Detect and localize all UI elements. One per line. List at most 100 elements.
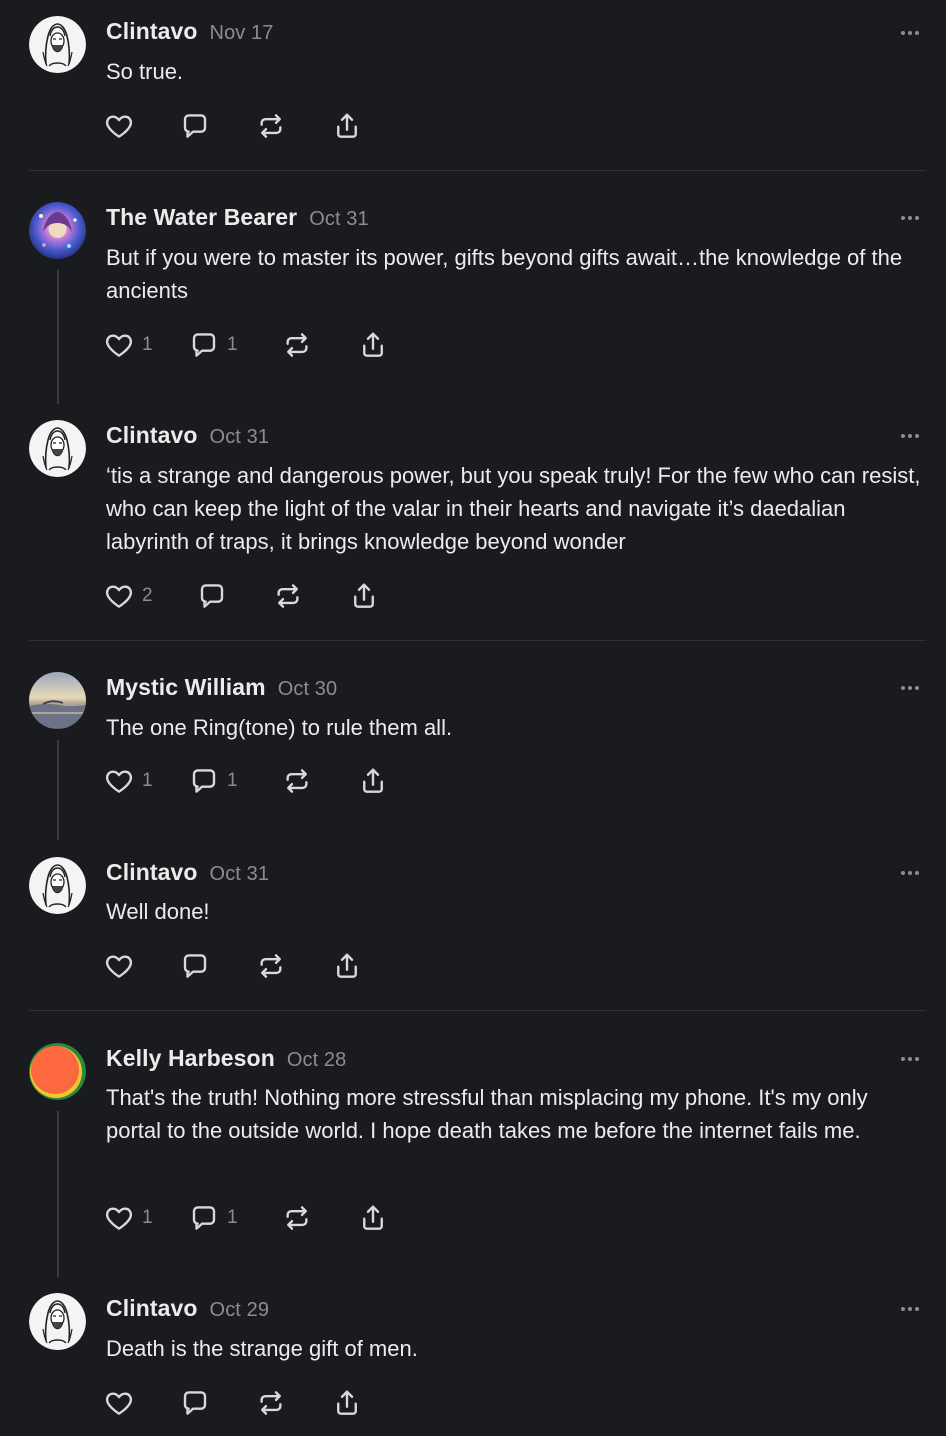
divider bbox=[29, 1010, 926, 1011]
heart-icon bbox=[104, 330, 134, 360]
thread-line bbox=[57, 270, 59, 404]
author-row: Mystic William Oct 30 bbox=[106, 674, 337, 701]
comment-icon bbox=[180, 111, 210, 141]
author-name[interactable]: Clintavo bbox=[106, 18, 198, 44]
reply-button[interactable] bbox=[180, 109, 210, 143]
repost-button[interactable] bbox=[256, 1386, 286, 1420]
reply-button[interactable]: 1 bbox=[189, 764, 238, 798]
post-text: Well done! bbox=[106, 899, 210, 924]
repost-button[interactable] bbox=[256, 109, 286, 143]
more-icon[interactable] bbox=[898, 431, 924, 441]
like-button[interactable]: 2 bbox=[104, 579, 153, 613]
avatar[interactable] bbox=[29, 202, 86, 259]
share-icon bbox=[349, 581, 379, 611]
repost-icon bbox=[256, 111, 286, 141]
more-icon[interactable] bbox=[898, 1304, 924, 1314]
like-button[interactable]: 1 bbox=[104, 328, 153, 362]
reply-count: 1 bbox=[227, 1207, 238, 1228]
reply-button[interactable] bbox=[180, 1386, 210, 1420]
heart-icon bbox=[104, 951, 134, 981]
like-count: 1 bbox=[142, 334, 153, 355]
post-date: Nov 17 bbox=[209, 22, 274, 44]
comment-icon bbox=[189, 766, 219, 796]
repost-button[interactable] bbox=[282, 764, 312, 798]
share-button[interactable] bbox=[332, 1386, 362, 1420]
repost-icon bbox=[282, 330, 312, 360]
author-name[interactable]: The Water Bearer bbox=[106, 204, 297, 230]
reply-button[interactable]: 1 bbox=[189, 328, 238, 362]
author-row: Clintavo Oct 31 bbox=[106, 422, 269, 449]
reply-button[interactable] bbox=[180, 949, 210, 983]
like-button[interactable] bbox=[104, 949, 134, 983]
share-button[interactable] bbox=[332, 109, 362, 143]
repost-icon bbox=[256, 1388, 286, 1418]
repost-button[interactable] bbox=[282, 328, 312, 362]
post-text: ‘tis a strange and dangerous power, but … bbox=[106, 463, 921, 554]
divider bbox=[29, 170, 926, 171]
reply-count: 1 bbox=[227, 334, 238, 355]
avatar[interactable] bbox=[29, 672, 86, 729]
post-text: That's the truth! Nothing more stressful… bbox=[106, 1085, 868, 1143]
author-name[interactable]: Clintavo bbox=[106, 1295, 198, 1321]
post-date: Oct 28 bbox=[286, 1049, 347, 1071]
author-row: Clintavo Oct 29 bbox=[106, 1295, 269, 1322]
avatar[interactable] bbox=[29, 16, 86, 73]
share-button[interactable] bbox=[358, 1201, 388, 1235]
like-button[interactable] bbox=[104, 1386, 134, 1420]
more-icon[interactable] bbox=[898, 868, 924, 878]
more-icon[interactable] bbox=[898, 683, 924, 693]
share-button[interactable] bbox=[332, 949, 362, 983]
author-name[interactable]: Clintavo bbox=[106, 422, 198, 448]
author-row: Kelly Harbeson Oct 28 bbox=[106, 1045, 346, 1072]
share-button[interactable] bbox=[349, 579, 379, 613]
post-text: So true. bbox=[106, 59, 184, 84]
avatar[interactable] bbox=[29, 1043, 86, 1100]
comment-icon bbox=[180, 1388, 210, 1418]
repost-button[interactable] bbox=[256, 949, 286, 983]
author-name[interactable]: Mystic William bbox=[106, 674, 266, 700]
share-button[interactable] bbox=[358, 764, 388, 798]
author-row: Clintavo Oct 31 bbox=[106, 859, 269, 886]
post-date: Oct 31 bbox=[309, 208, 369, 230]
author-row: Clintavo Nov 17 bbox=[106, 18, 274, 45]
share-icon bbox=[332, 951, 362, 981]
like-button[interactable] bbox=[104, 109, 134, 143]
author-row: The Water Bearer Oct 31 bbox=[106, 204, 369, 231]
more-icon[interactable] bbox=[898, 28, 924, 38]
repost-icon bbox=[282, 1203, 312, 1233]
repost-button[interactable] bbox=[282, 1201, 312, 1235]
comment-icon bbox=[189, 330, 219, 360]
share-icon bbox=[332, 111, 362, 141]
share-icon bbox=[358, 330, 388, 360]
post-date: Oct 30 bbox=[277, 678, 338, 700]
divider bbox=[29, 640, 926, 641]
avatar[interactable] bbox=[29, 1293, 86, 1350]
reply-button[interactable] bbox=[197, 579, 227, 613]
more-icon[interactable] bbox=[898, 1054, 924, 1064]
like-count: 2 bbox=[142, 585, 153, 606]
repost-button[interactable] bbox=[273, 579, 303, 613]
comment-icon bbox=[189, 1203, 219, 1233]
repost-icon bbox=[282, 766, 312, 796]
share-icon bbox=[358, 766, 388, 796]
like-button[interactable]: 1 bbox=[104, 1201, 153, 1235]
post-text: But if you were to master its power, gif… bbox=[106, 245, 903, 303]
share-icon bbox=[358, 1203, 388, 1233]
like-count: 1 bbox=[142, 770, 153, 791]
heart-icon bbox=[104, 581, 134, 611]
repost-icon bbox=[256, 951, 286, 981]
heart-icon bbox=[104, 111, 134, 141]
post-date: Oct 31 bbox=[209, 863, 270, 885]
post-text: Death is the strange gift of men. bbox=[106, 1336, 418, 1361]
author-name[interactable]: Clintavo bbox=[106, 859, 198, 885]
reply-button[interactable]: 1 bbox=[189, 1201, 238, 1235]
comment-icon bbox=[180, 951, 210, 981]
share-button[interactable] bbox=[358, 328, 388, 362]
more-icon[interactable] bbox=[898, 213, 924, 223]
avatar[interactable] bbox=[29, 420, 86, 477]
avatar[interactable] bbox=[29, 857, 86, 914]
repost-icon bbox=[273, 581, 303, 611]
author-name[interactable]: Kelly Harbeson bbox=[106, 1045, 275, 1071]
heart-icon bbox=[104, 1388, 134, 1418]
like-button[interactable]: 1 bbox=[104, 764, 153, 798]
